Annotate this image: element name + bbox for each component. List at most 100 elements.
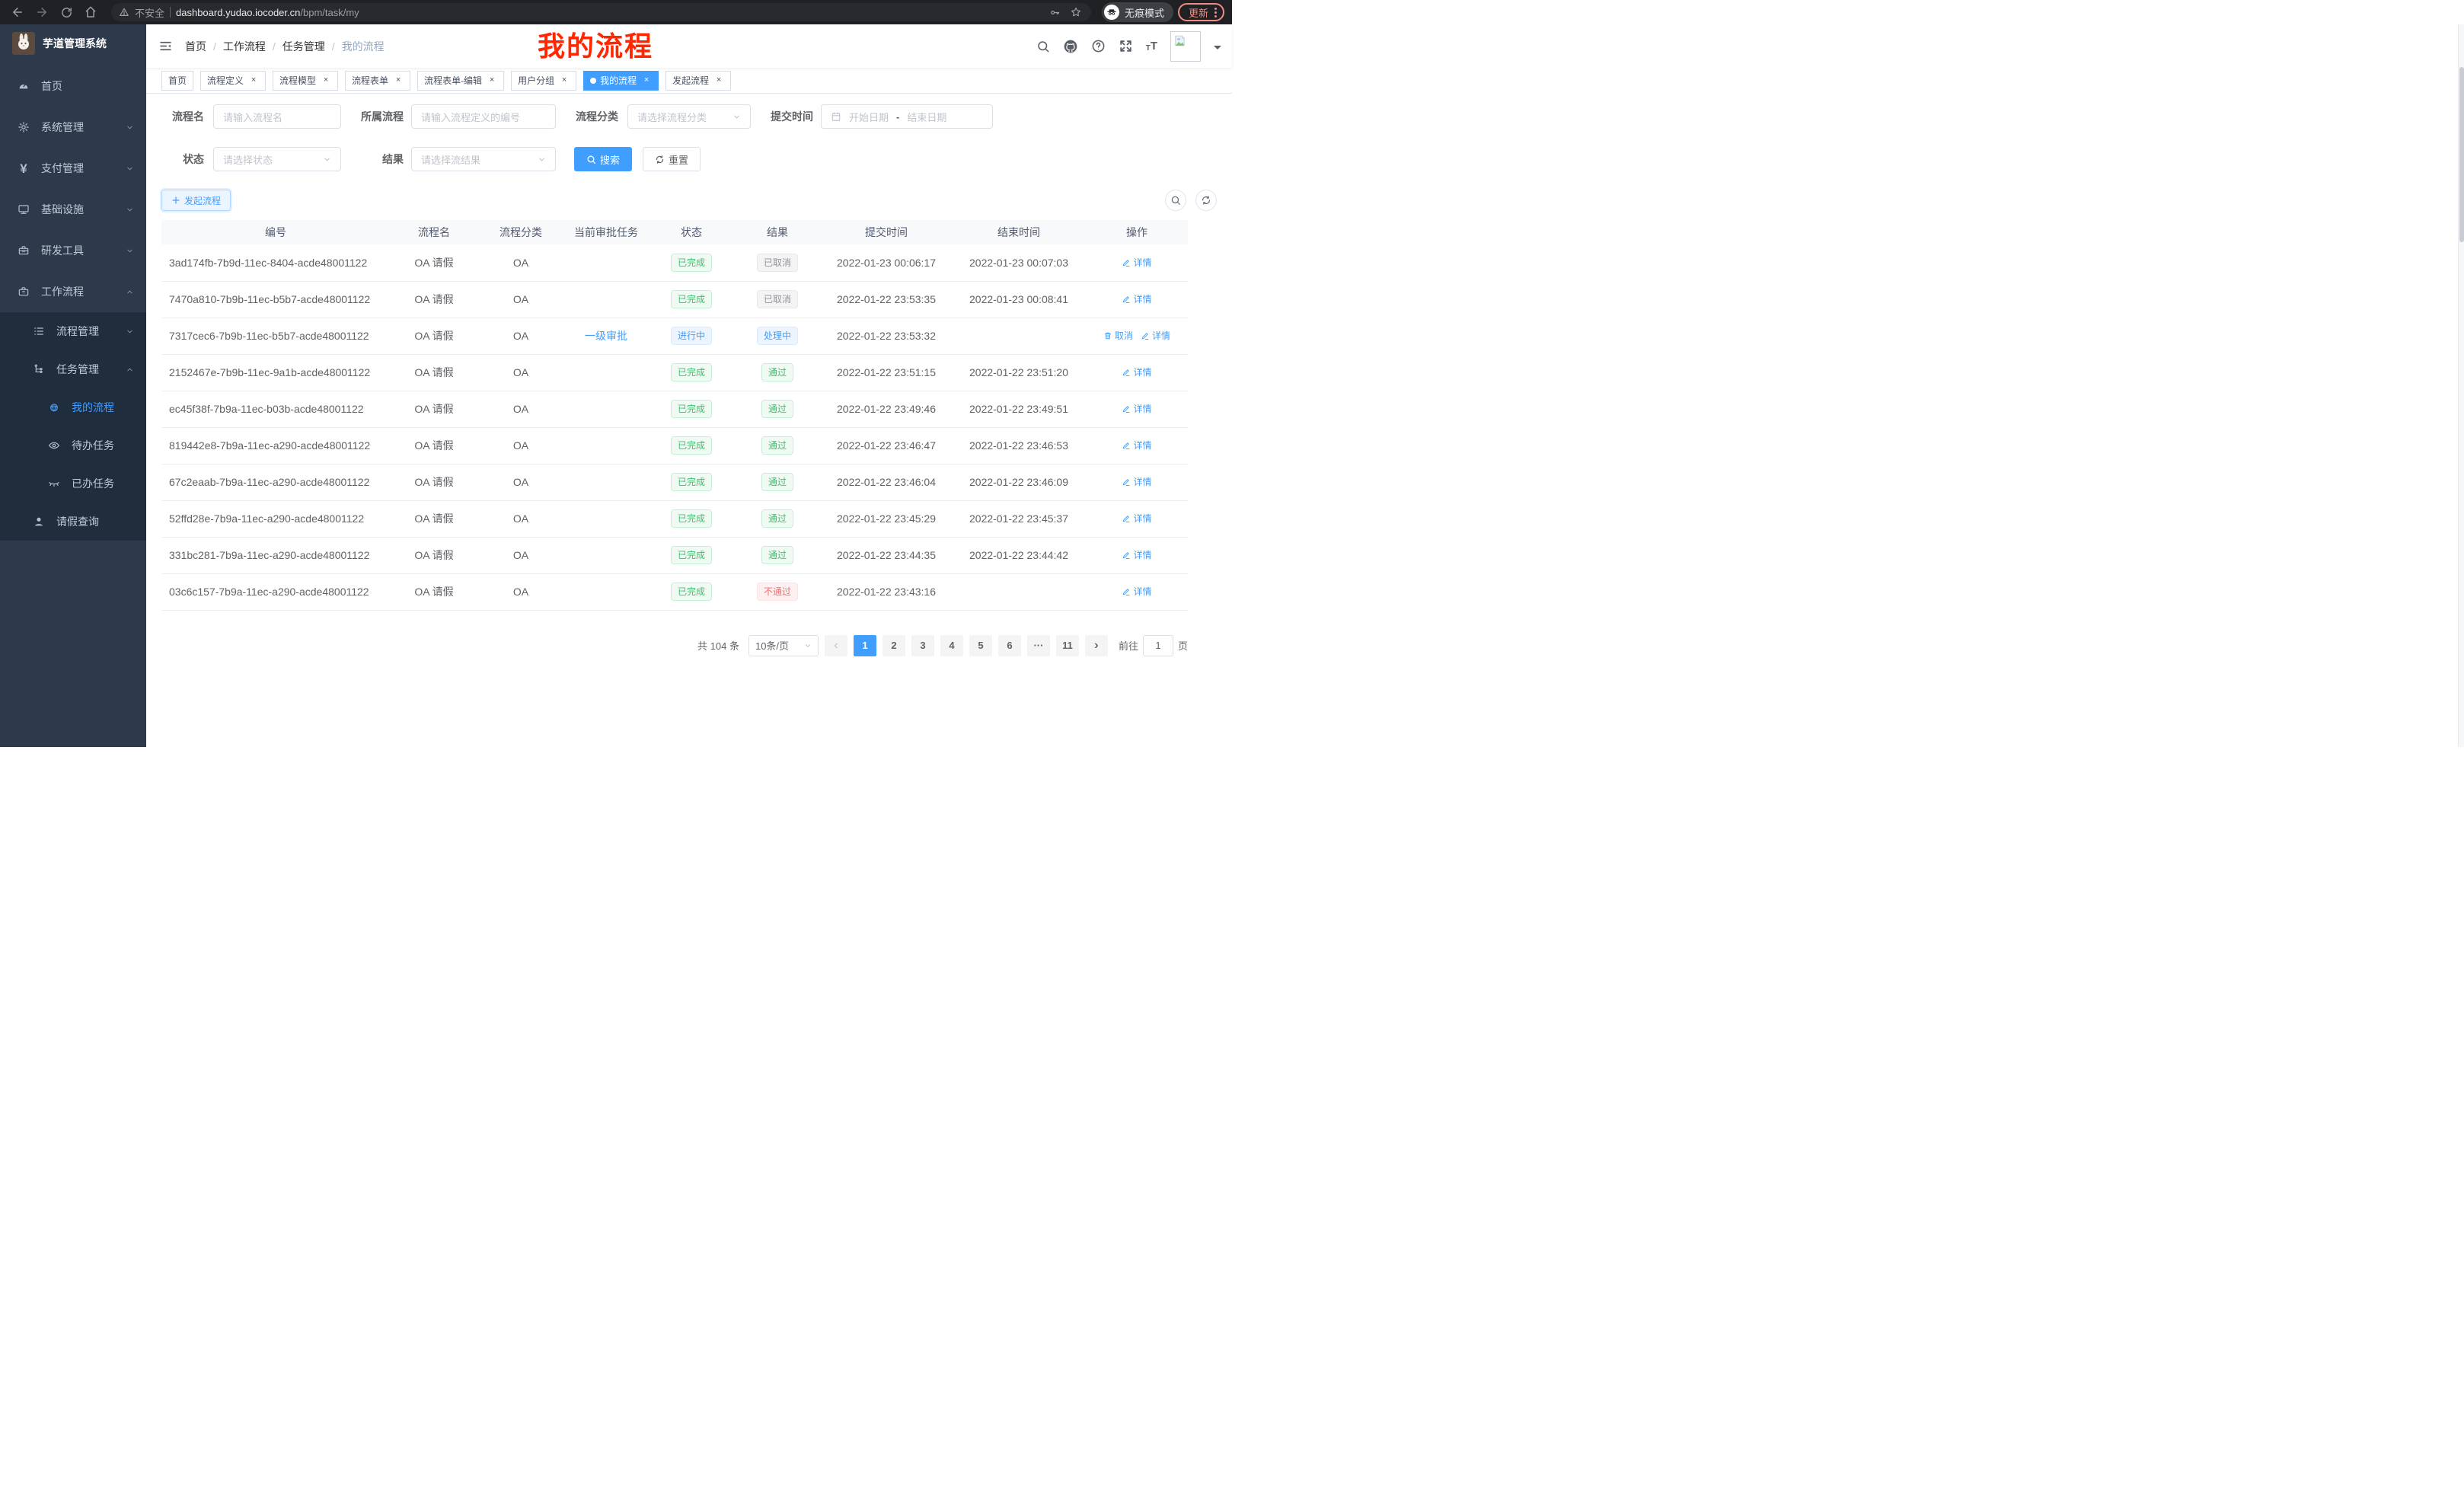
danger-badge: 不通过 [757,583,798,601]
tab-6[interactable]: 我的流程× [583,71,659,91]
breadcrumb-item[interactable]: 任务管理 [282,39,325,54]
detail-link[interactable]: 详情 [1122,548,1151,561]
breadcrumb-separator: / [273,40,276,53]
next-page-button[interactable]: › [1085,635,1108,656]
sidebar-item-label: 我的流程 [72,400,114,415]
avatar[interactable] [1170,31,1201,62]
close-icon[interactable]: × [487,75,497,86]
sidebar-item-9[interactable]: 待办任务 [0,426,146,464]
sidebar-item-1[interactable]: 系统管理 [0,107,146,148]
cell-end-time [952,573,1086,610]
page-button-11[interactable]: 11 [1056,635,1079,656]
close-icon[interactable]: × [641,75,652,86]
detail-link[interactable]: 详情 [1122,366,1151,378]
github-icon[interactable] [1063,39,1078,54]
logo[interactable]: 芋道管理系统 [0,24,146,62]
tab-3[interactable]: 流程表单× [345,71,410,91]
cancel-link[interactable]: 取消 [1103,329,1133,342]
table-row-0: 3ad174fb-7b9d-11ec-8404-acde48001122OA 请… [161,244,1188,281]
cell-task [563,500,649,537]
sidebar-item-7[interactable]: 任务管理 [0,350,146,388]
refresh-table-button[interactable] [1195,190,1217,211]
tab-label: 首页 [168,74,187,87]
reload-icon[interactable] [56,2,76,22]
sidebar-item-label: 支付管理 [41,161,84,176]
detail-link[interactable]: 详情 [1122,256,1151,269]
sidebar-item-6[interactable]: 流程管理 [0,312,146,350]
pagination-ellipsis[interactable]: ··· [1027,635,1050,656]
close-icon[interactable]: × [713,75,724,86]
tab-0[interactable]: 首页 [161,71,193,91]
address-bar[interactable]: 不安全 dashboard.yudao.iocoder.cn/bpm/task/… [111,3,1091,21]
sidebar-item-11[interactable]: 请假查询 [0,503,146,541]
yen-icon: ¥ [17,162,30,175]
process-name-input[interactable]: 请输入流程名 [213,104,341,129]
tab-5[interactable]: 用户分组× [511,71,576,91]
refresh-icon [655,155,665,164]
tab-4[interactable]: 流程表单-编辑× [417,71,504,91]
date-end[interactable]: 结束日期 [907,110,946,124]
detail-link[interactable]: 详情 [1122,512,1151,525]
page-size-select[interactable]: 10条/页 [748,635,819,656]
forward-icon[interactable] [32,2,52,22]
hamburger-icon[interactable] [146,24,185,68]
close-icon[interactable]: × [248,75,259,86]
font-size-icon[interactable]: TT [1146,40,1157,53]
detail-link[interactable]: 详情 [1122,439,1151,452]
search-button[interactable]: 搜索 [574,147,632,171]
close-icon[interactable]: × [393,75,404,86]
scrollbar-thumb[interactable] [2459,67,2464,242]
status-select[interactable]: 请选择状态 [213,147,341,171]
goto-page-input[interactable] [1143,635,1173,656]
sidebar-item-3[interactable]: 基础设施 [0,189,146,230]
update-button[interactable]: 更新 [1178,3,1224,21]
key-icon[interactable] [1048,5,1063,20]
sidebar-item-10[interactable]: 已办任务 [0,464,146,503]
detail-link[interactable]: 详情 [1122,292,1151,305]
sidebar-item-8[interactable]: 我的流程 [0,388,146,426]
detail-link[interactable]: 详情 [1122,475,1151,488]
date-start[interactable]: 开始日期 [849,110,889,124]
tab-1[interactable]: 流程定义× [200,71,266,91]
prev-page-button[interactable]: ‹ [825,635,847,656]
breadcrumb-item[interactable]: 工作流程 [223,39,266,54]
close-icon[interactable]: × [321,75,331,86]
page-button-2[interactable]: 2 [883,635,905,656]
help-icon[interactable] [1091,39,1106,53]
sidebar-item-0[interactable]: 首页 [0,65,146,107]
task-link[interactable]: 一级审批 [585,330,627,342]
cell-name: OA 请假 [390,391,478,427]
search-icon[interactable] [1036,40,1050,53]
home-icon[interactable] [81,2,101,22]
caret-down-icon[interactable] [1214,46,1221,53]
cell-name: OA 请假 [390,464,478,500]
close-icon[interactable]: × [559,75,570,86]
sidebar-item-5[interactable]: 工作流程 [0,271,146,312]
tab-7[interactable]: 发起流程× [665,71,731,91]
tab-2[interactable]: 流程模型× [273,71,338,91]
detail-link[interactable]: 详情 [1122,585,1151,598]
create-process-button[interactable]: 发起流程 [161,190,231,211]
page-button-3[interactable]: 3 [911,635,934,656]
star-icon[interactable] [1068,5,1084,20]
detail-link[interactable]: 详情 [1122,402,1151,415]
date-range-picker[interactable]: 开始日期 - 结束日期 [821,104,993,129]
page-button-5[interactable]: 5 [969,635,992,656]
breadcrumb-item[interactable]: 首页 [185,39,206,54]
fullscreen-icon[interactable] [1119,39,1133,53]
reset-button[interactable]: 重置 [643,147,701,171]
sidebar-item-2[interactable]: ¥ 支付管理 [0,148,146,189]
browser-menu-icon[interactable] [1214,8,1217,18]
category-select[interactable]: 请选择流程分类 [627,104,751,129]
page-button-1[interactable]: 1 [854,635,876,656]
chevron-down-icon [538,155,546,164]
page-button-6[interactable]: 6 [998,635,1021,656]
page-button-4[interactable]: 4 [940,635,963,656]
sidebar: 芋道管理系统 首页系统管理 ¥ 支付管理基础设施研发工具工作流程流程管理任务管理我的… [0,24,146,747]
detail-link[interactable]: 详情 [1141,329,1170,342]
sidebar-item-4[interactable]: 研发工具 [0,230,146,271]
process-def-input[interactable]: 请输入流程定义的编号 [411,104,556,129]
back-icon[interactable] [8,2,27,22]
result-select[interactable]: 请选择流结果 [411,147,556,171]
show-search-button[interactable] [1165,190,1186,211]
